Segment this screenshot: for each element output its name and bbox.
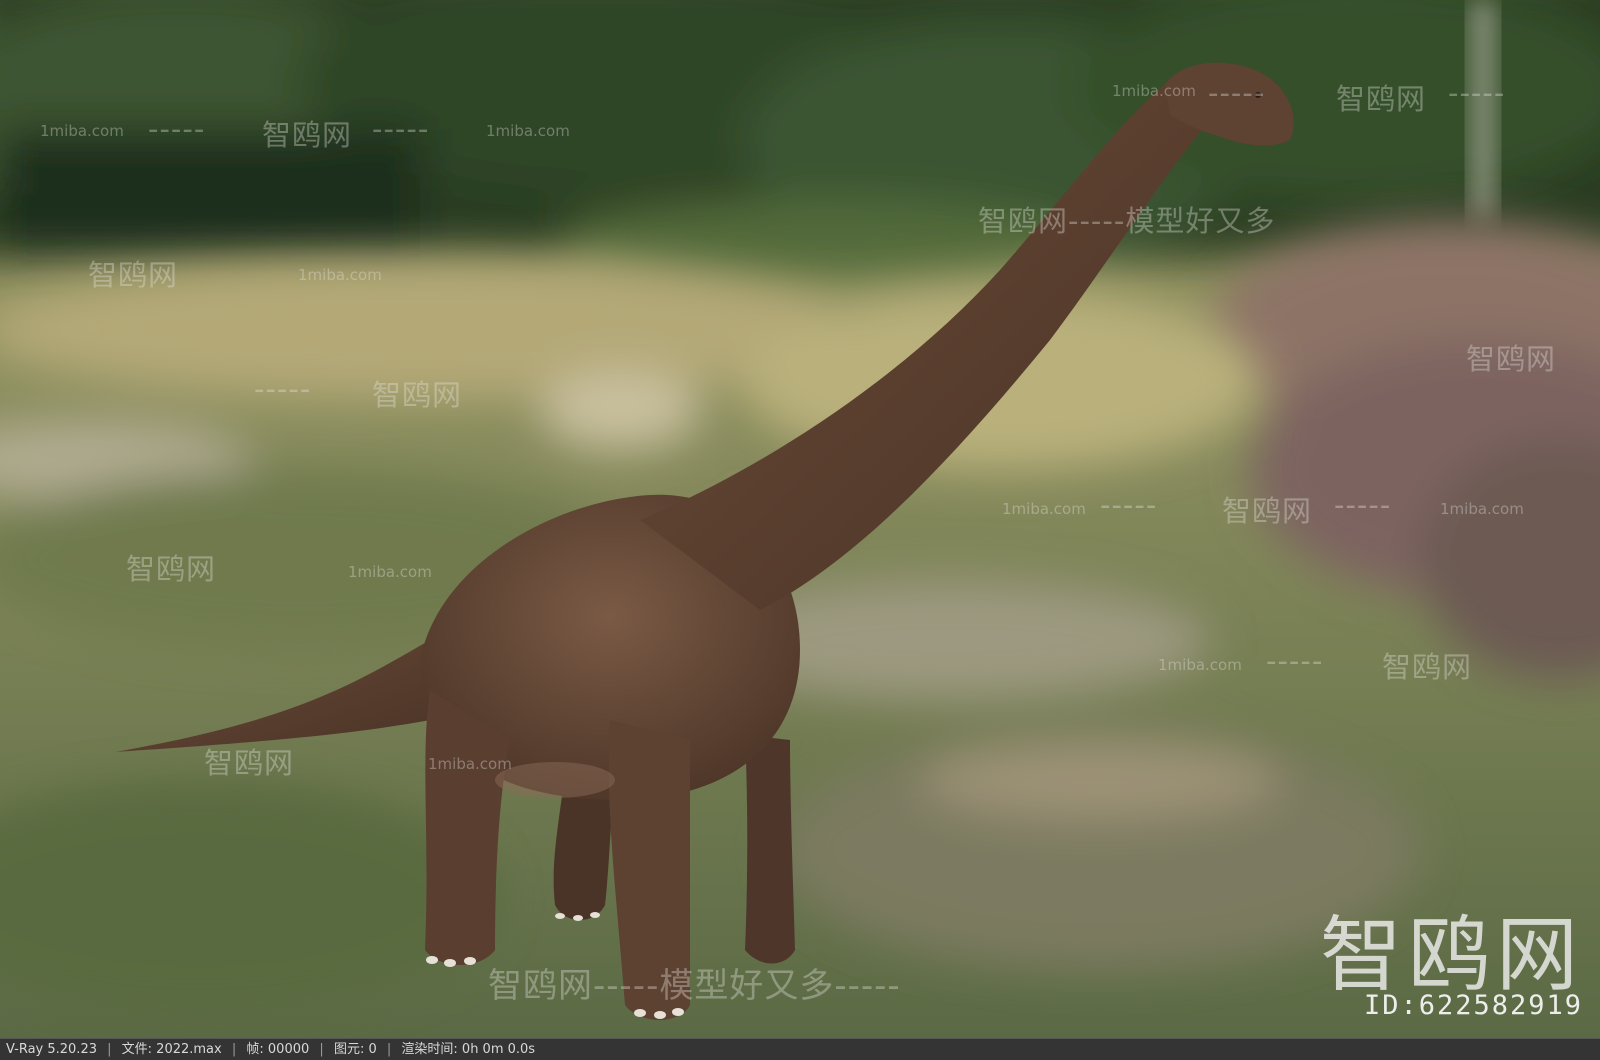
render-frame-window: 1miba.com ----- 智鸥网 ----- 1miba.com 1mib… — [0, 0, 1600, 1060]
primitive-count: 图元: 0 — [333, 1042, 377, 1057]
render-time: 渲染时间: 0h 0m 0.0s — [401, 1042, 536, 1057]
watermark-id: ID:622582919 — [1364, 990, 1584, 1021]
renderer-version: V-Ray 5.20.23 — [6, 1042, 97, 1057]
file-name: 文件: 2022.max — [121, 1042, 222, 1057]
status-separator: | — [386, 1042, 392, 1057]
status-separator: | — [319, 1042, 324, 1057]
render-image — [0, 0, 1600, 1038]
render-status-bar: V-Ray 5.20.23 | 文件: 2022.max | 帧: 00000 … — [0, 1038, 1600, 1060]
tree-trunk — [1470, 0, 1496, 220]
frame-number: 帧: 00000 — [246, 1042, 310, 1057]
status-separator: | — [107, 1042, 112, 1057]
status-separator: | — [231, 1042, 237, 1057]
